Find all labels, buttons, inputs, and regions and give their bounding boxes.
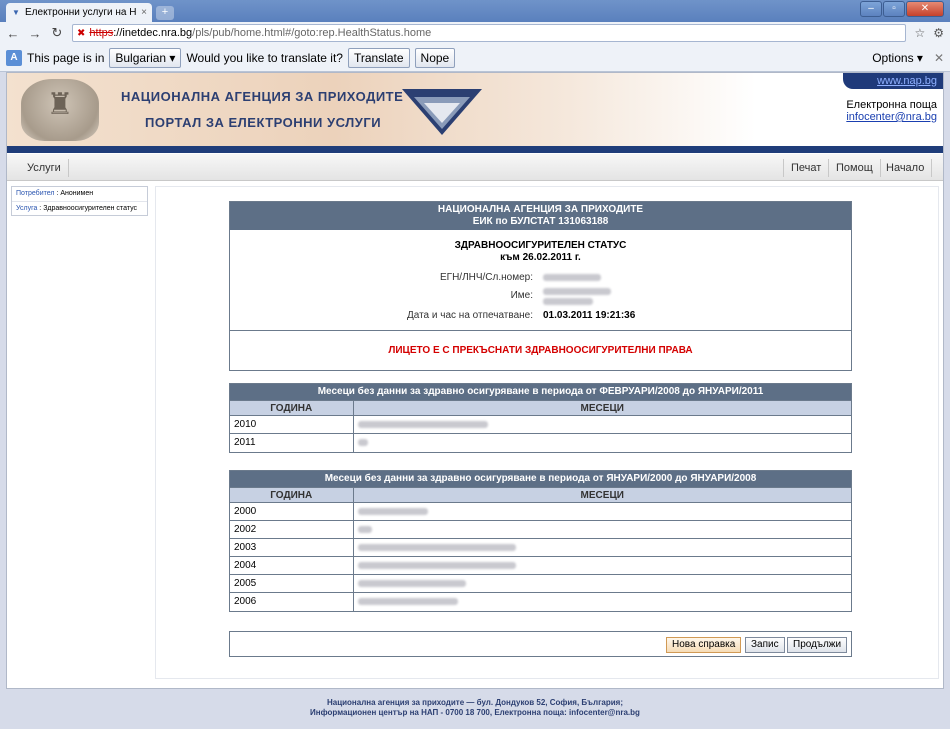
col-year: ГОДИНА — [230, 400, 354, 416]
new-report-button[interactable]: Нова справка — [666, 637, 742, 653]
continue-button[interactable]: Продължи — [787, 637, 848, 653]
table-row: 2010 — [230, 415, 851, 434]
redacted-name-line2 — [543, 297, 593, 305]
back-icon[interactable]: ← — [6, 26, 20, 41]
user-row: Потребител : Анонимен — [16, 190, 94, 197]
url-path: /pls/pub/home.html#/goto:rep.HealthStatu… — [192, 27, 432, 39]
health-status-report: НАЦИОНАЛНА АГЕНЦИЯ ЗА ПРИХОДИТЕ ЕИК по Б… — [229, 201, 852, 371]
banner-divider — [7, 146, 943, 153]
nra-logo-icon — [402, 89, 482, 135]
table2-header: Месеци без данни за здравно осигуряване … — [230, 471, 851, 487]
agency-name: НАЦИОНАЛНА АГЕНЦИЯ ЗА ПРИХОДИТЕ — [121, 89, 404, 104]
col-year: ГОДИНА — [230, 487, 354, 503]
months-table-2008-2011: Месеци без данни за здравно осигуряване … — [229, 383, 852, 453]
window-controls: – ▫ ✕ — [860, 1, 944, 17]
email-link[interactable]: infocenter@nra.bg — [846, 111, 937, 123]
broken-lock-icon: ✖ — [77, 27, 86, 39]
bookmark-star-icon[interactable]: ☆ — [914, 26, 925, 40]
translate-question: Would you like to translate it? — [186, 50, 343, 65]
redacted-name-line1 — [543, 287, 611, 295]
menu-help[interactable]: Помощ — [829, 159, 881, 177]
reload-icon[interactable]: ↻ — [50, 25, 64, 41]
table-row: 2000 — [230, 502, 851, 521]
report-title: ЗДРАВНООСИГУРИТЕЛЕН СТАТУС — [454, 240, 627, 251]
email-label: Електронна поща — [846, 99, 937, 111]
table-row: 2006 — [230, 592, 851, 611]
minimize-icon[interactable]: – — [860, 1, 882, 17]
address-bar[interactable]: ✖ https://inetdec.nra.bg/pls/pub/home.ht… — [72, 24, 907, 42]
window-close-icon[interactable]: ✕ — [906, 1, 944, 17]
redacted-egn — [543, 273, 601, 281]
col-months: МЕСЕЦИ — [353, 400, 851, 416]
name-row — [230, 286, 851, 296]
wrench-icon[interactable]: ⚙ — [933, 26, 944, 40]
url-host: ://inetdec.nra.bg — [113, 27, 193, 39]
service-row: Услуга : Здравноосигурителен статус — [12, 201, 147, 215]
redacted-months — [357, 439, 368, 447]
printed-datetime: 01.03.2011 19:21:36 — [543, 310, 636, 321]
interrupted-rights-warning: ЛИЦЕТО Е С ПРЕКЪСНАТИ ЗДРАВНООСИГУРИТЕЛН… — [230, 330, 851, 370]
redacted-months — [357, 543, 516, 551]
report-header: НАЦИОНАЛНА АГЕНЦИЯ ЗА ПРИХОДИТЕ ЕИК по Б… — [230, 202, 851, 230]
col-months: МЕСЕЦИ — [353, 487, 851, 503]
browser-tab[interactable]: ▼ Електронни услуги на Н... × — [6, 3, 152, 22]
browser-toolbar: ← → ↻ ✖ https://inetdec.nra.bg/pls/pub/h… — [0, 22, 950, 44]
table1-header: Месеци без данни за здравно осигуряване … — [230, 384, 851, 400]
site-banner: ♜ НАЦИОНАЛНА АГЕНЦИЯ ЗА ПРИХОДИТЕ ПОРТАЛ… — [7, 73, 943, 146]
redacted-months — [357, 598, 458, 606]
redacted-months — [357, 579, 466, 587]
browser-titlebar: ▼ Електронни услуги на Н... × + – ▫ ✕ — [0, 0, 950, 22]
table-row: 2011 — [230, 433, 851, 452]
report-date: към 26.02.2011 г. — [500, 252, 581, 263]
main-menu: Услуги Печат Помощ Начало — [7, 154, 943, 181]
crest-glyph: ♜ — [46, 88, 74, 121]
new-tab-button[interactable]: + — [156, 6, 174, 20]
site-favicon-icon: ▼ — [12, 7, 20, 17]
translate-icon: A — [6, 49, 22, 66]
forward-icon[interactable]: → — [28, 26, 42, 41]
maximize-icon[interactable]: ▫ — [883, 1, 905, 17]
printed-row: Дата и час на отпечатване: 01.03.2011 19… — [406, 310, 636, 321]
portal-name: ПОРТАЛ ЗА ЕЛЕКТРОННИ УСЛУГИ — [145, 115, 382, 130]
name-row-2: Име: — [230, 290, 851, 306]
translate-button[interactable]: Translate — [347, 47, 410, 68]
months-table-2000-2008: Месеци без данни за здравно осигуряване … — [229, 470, 852, 612]
translate-infobar: A This page is in Bulgarian ▾ Would you … — [0, 44, 950, 72]
url-scheme: https — [89, 27, 114, 39]
menu-services[interactable]: Услуги — [19, 159, 69, 177]
table-row: 2004 — [230, 556, 851, 575]
tab-close-icon[interactable]: × — [141, 7, 147, 18]
egn-row: ЕГН/ЛНЧ/Сл.номер: — [230, 272, 851, 286]
redacted-months — [357, 525, 372, 533]
tab-title: Електронни услуги на Н... — [25, 7, 138, 18]
session-info-panel: Потребител : Анонимен Услуга : Здравноос… — [11, 186, 148, 216]
redacted-months — [357, 561, 516, 569]
action-bar: Нова справка Запис Продължи — [229, 631, 852, 657]
redacted-months — [357, 507, 428, 515]
nope-button[interactable]: Nope — [414, 47, 456, 68]
save-button[interactable]: Запис — [745, 637, 785, 653]
nap-site-link[interactable]: www.nap.bg — [843, 73, 943, 89]
translate-text: This page is in — [27, 50, 105, 65]
menu-print[interactable]: Печат — [783, 159, 830, 177]
table-row: 2002 — [230, 520, 851, 539]
page-footer: Национална агенция за приходите — бул. Д… — [310, 698, 640, 717]
table-row: 2005 — [230, 574, 851, 593]
language-select[interactable]: Bulgarian ▾ — [109, 47, 182, 68]
table-row: 2003 — [230, 538, 851, 557]
translate-options-menu[interactable]: Options ▾ — [872, 51, 923, 65]
infobar-close-icon[interactable]: ✕ — [934, 51, 944, 65]
redacted-months — [357, 420, 488, 428]
menu-home[interactable]: Начало — [879, 159, 933, 177]
